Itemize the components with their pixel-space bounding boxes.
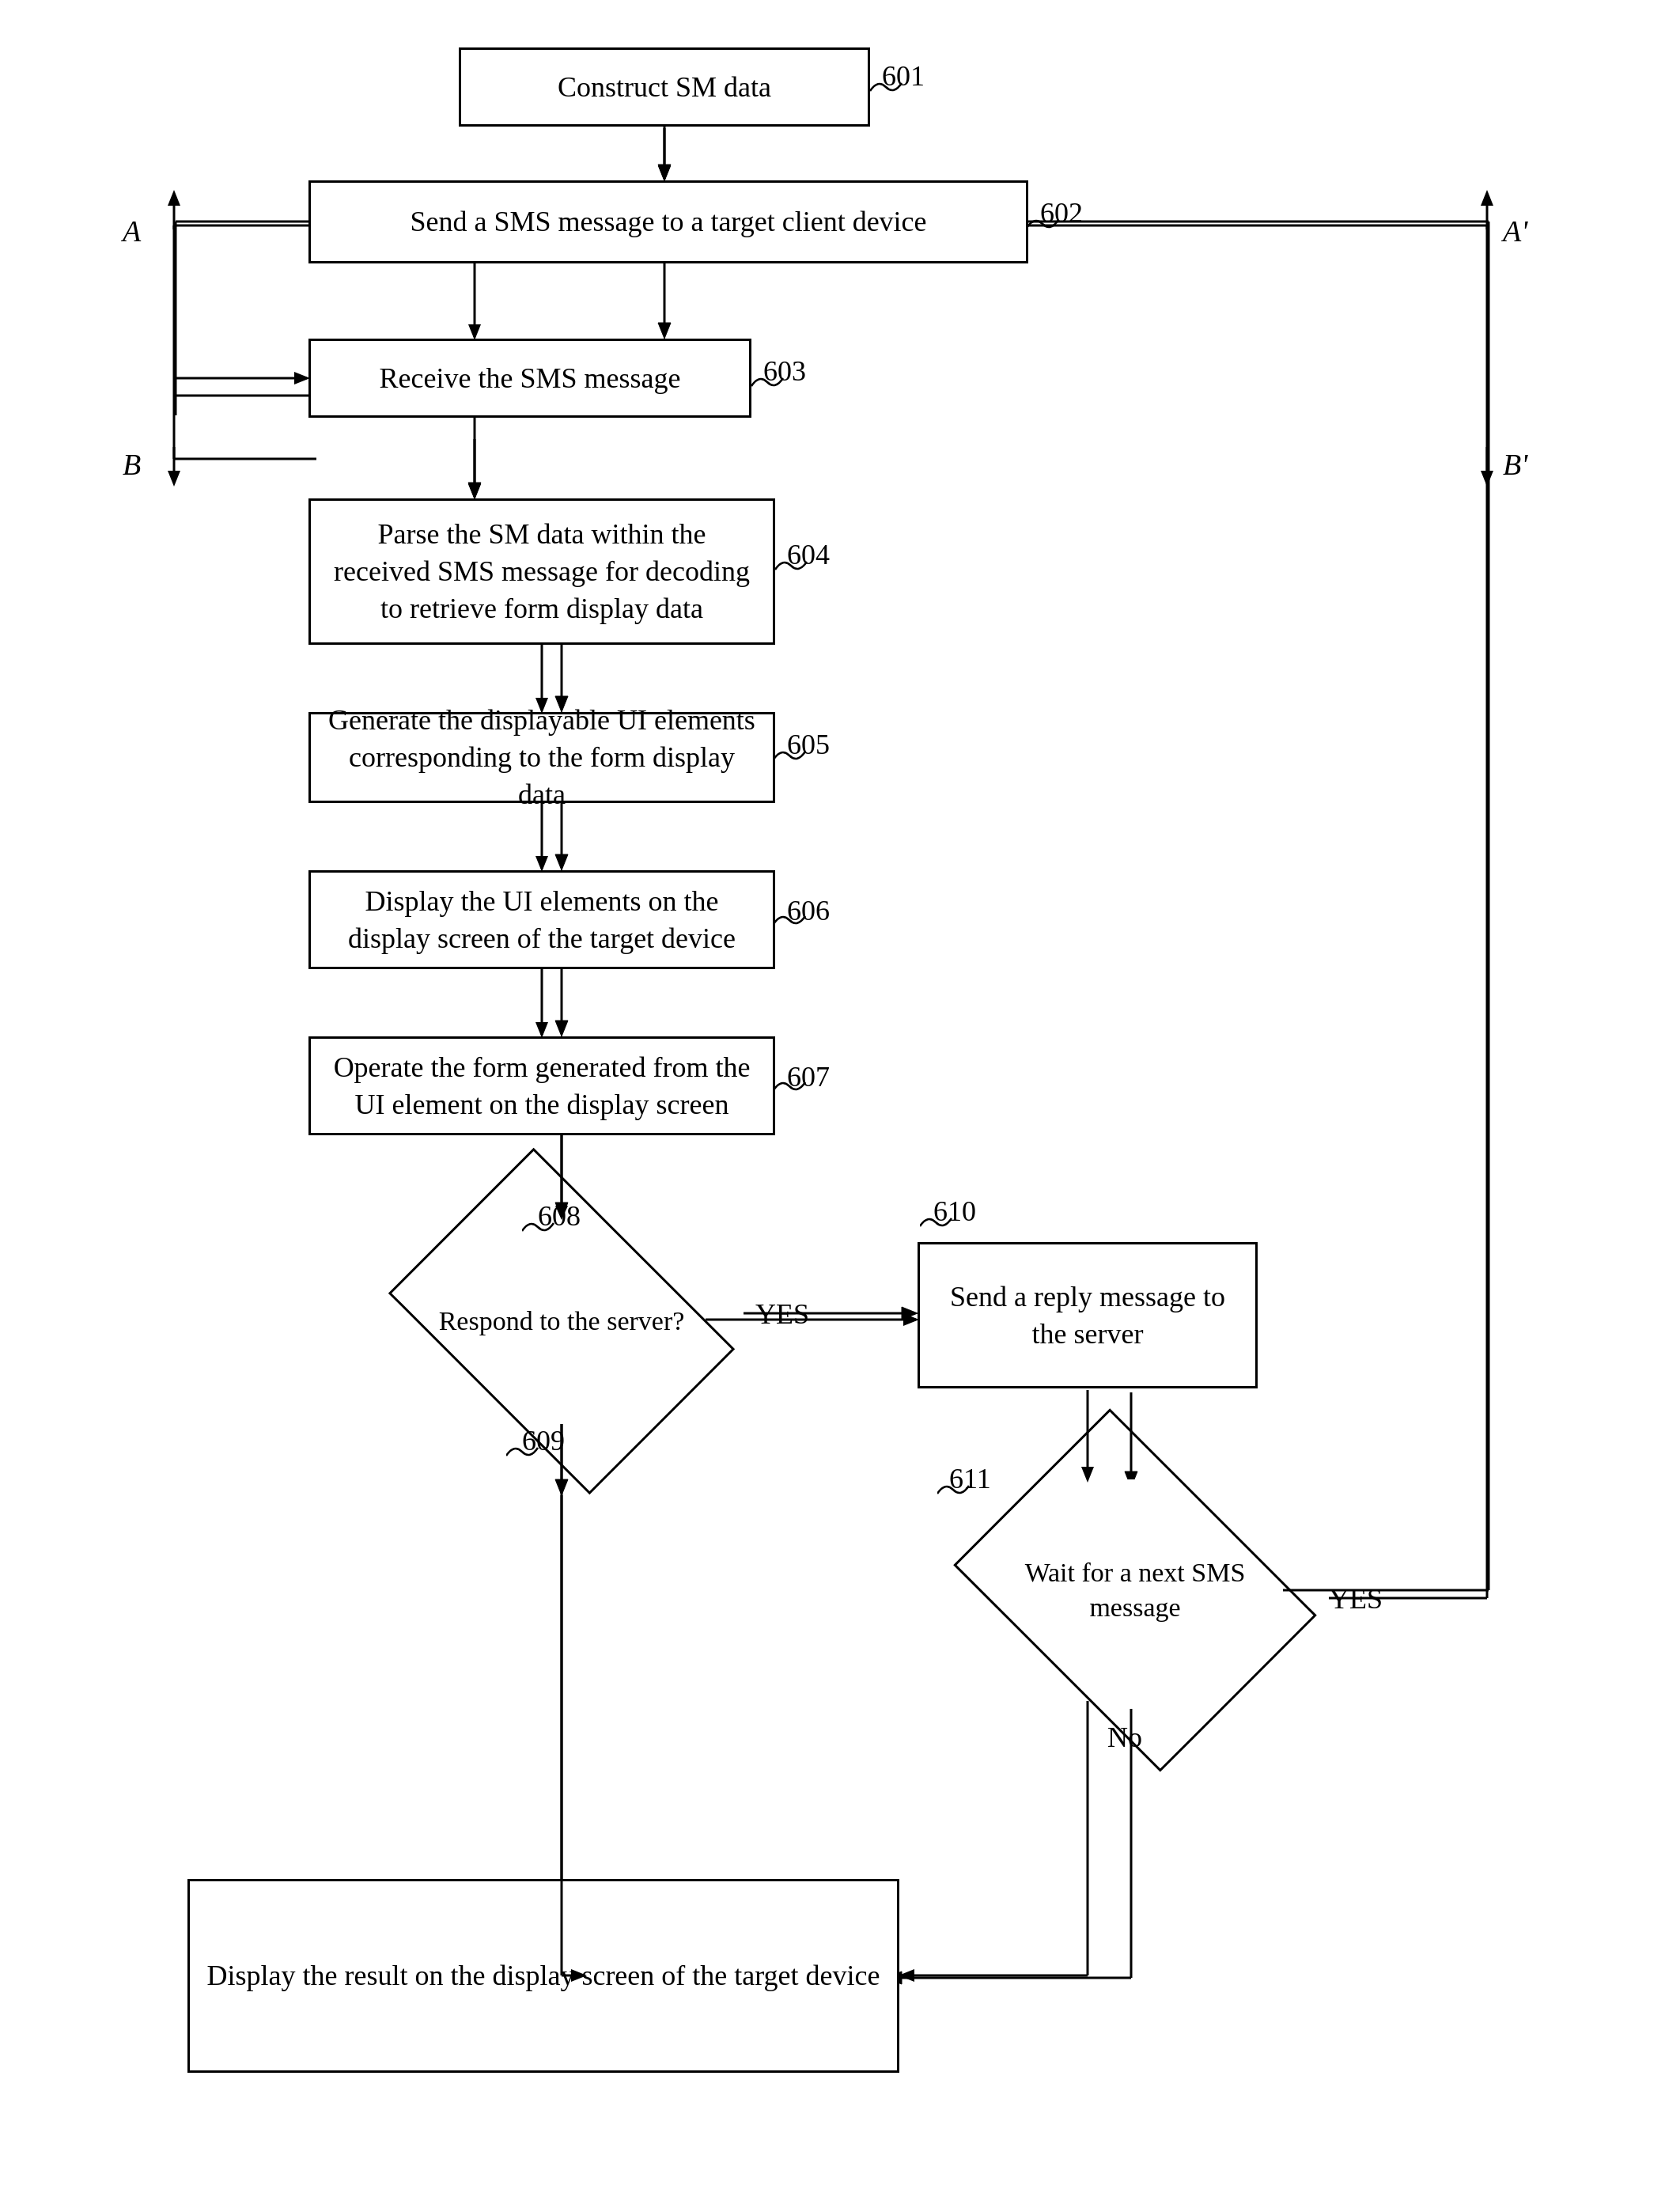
svg-marker-54: [899, 1969, 914, 1982]
svg-marker-57: [571, 1969, 587, 1982]
svg-marker-45: [555, 1206, 568, 1220]
svg-marker-73: [535, 856, 548, 872]
svg-marker-75: [535, 1022, 548, 1038]
svg-marker-49: [1081, 1467, 1094, 1483]
svg-marker-69: [468, 484, 481, 500]
svg-marker-47: [903, 1313, 919, 1326]
svg-marker-71: [535, 698, 548, 714]
svg-marker-67: [468, 324, 481, 340]
svg-marker-61: [294, 372, 310, 384]
svg-marker-65: [658, 166, 671, 182]
